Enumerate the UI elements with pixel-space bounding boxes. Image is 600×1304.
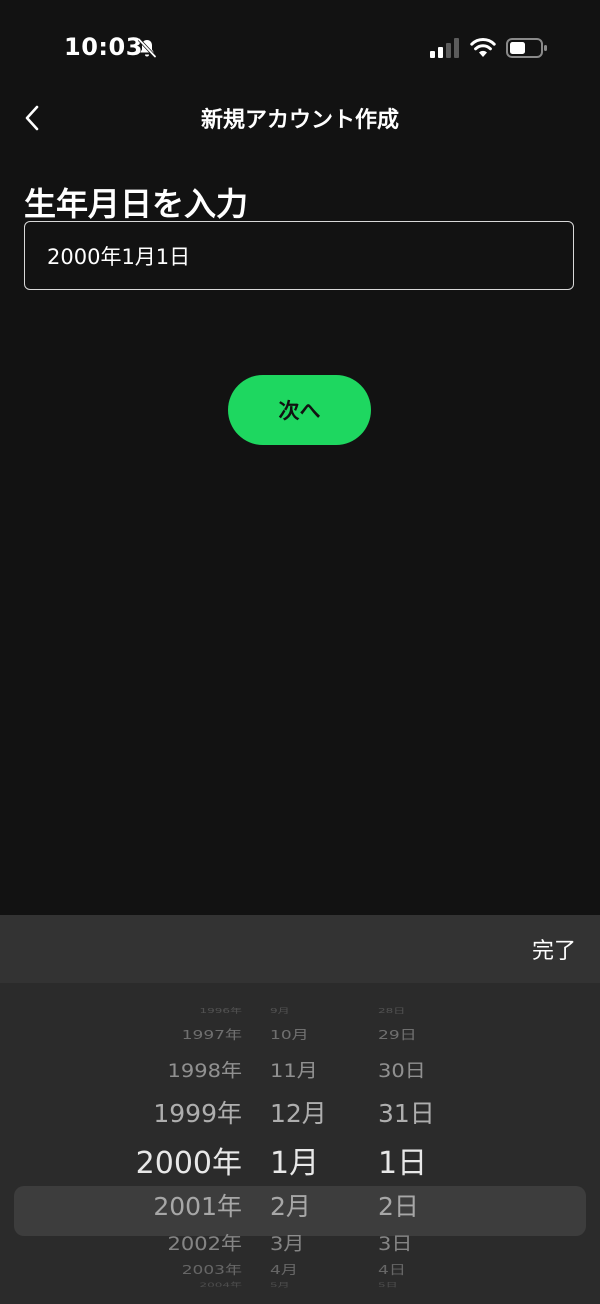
month-column[interactable]: 9月 10月 11月 12月 1月 2月 3月 4月 5月 — [262, 983, 342, 1304]
month-option[interactable]: 12月 — [262, 1094, 342, 1130]
status-time: 10:03 — [64, 33, 143, 61]
month-option[interactable]: 5月 — [262, 1280, 342, 1289]
nav-bar: 新規アカウント作成 — [0, 96, 600, 140]
year-option[interactable]: 1999年 — [110, 1094, 260, 1130]
year-column[interactable]: 1996年 1997年 1998年 1999年 2000年 2001年 2002… — [110, 983, 260, 1304]
year-option[interactable]: 1997年 — [110, 1024, 260, 1043]
day-option[interactable]: 28日 — [370, 1006, 450, 1015]
year-option[interactable]: 2002年 — [110, 1230, 260, 1256]
date-picker-sheet: 完了 1996年 1997年 1998年 1999年 2000年 2001年 2… — [0, 915, 600, 1304]
status-bar: 10:03 — [0, 0, 600, 96]
day-option[interactable]: 3日 — [370, 1230, 450, 1256]
month-option[interactable]: 4月 — [262, 1260, 342, 1277]
day-option[interactable]: 4日 — [370, 1260, 450, 1277]
day-option[interactable]: 5日 — [370, 1280, 450, 1289]
page-title: 新規アカウント作成 — [200, 108, 399, 133]
birthdate-input[interactable]: 2000年1月1日 — [24, 221, 574, 290]
wifi-icon — [470, 38, 496, 57]
month-option[interactable]: 3月 — [262, 1230, 342, 1256]
month-option-selected[interactable]: 1月 — [262, 1138, 342, 1182]
year-option[interactable]: 1998年 — [110, 1057, 260, 1083]
day-option[interactable]: 30日 — [370, 1057, 450, 1083]
year-option[interactable]: 2003年 — [110, 1260, 260, 1277]
month-option[interactable]: 2月 — [262, 1187, 342, 1223]
year-option[interactable]: 2001年 — [110, 1187, 260, 1223]
date-picker-wheel[interactable]: 1996年 1997年 1998年 1999年 2000年 2001年 2002… — [0, 983, 600, 1304]
next-button[interactable]: 次へ — [228, 375, 371, 445]
picker-toolbar: 完了 — [0, 915, 600, 983]
year-option[interactable]: 1996年 — [110, 1006, 260, 1015]
battery-icon — [506, 38, 547, 58]
signal-icon — [430, 38, 459, 58]
done-button[interactable]: 完了 — [532, 933, 576, 965]
year-option[interactable]: 2004年 — [110, 1280, 260, 1289]
year-option-selected[interactable]: 2000年 — [110, 1138, 260, 1182]
month-option[interactable]: 10月 — [262, 1024, 342, 1043]
month-option[interactable]: 11月 — [262, 1057, 342, 1083]
month-option[interactable]: 9月 — [262, 1006, 342, 1015]
day-column[interactable]: 28日 29日 30日 31日 1日 2日 3日 4日 5日 — [370, 983, 450, 1304]
day-option-selected[interactable]: 1日 — [370, 1138, 450, 1182]
day-option[interactable]: 2日 — [370, 1187, 450, 1223]
day-option[interactable]: 29日 — [370, 1024, 450, 1043]
day-option[interactable]: 31日 — [370, 1094, 450, 1130]
bell-slash-icon — [137, 38, 157, 58]
